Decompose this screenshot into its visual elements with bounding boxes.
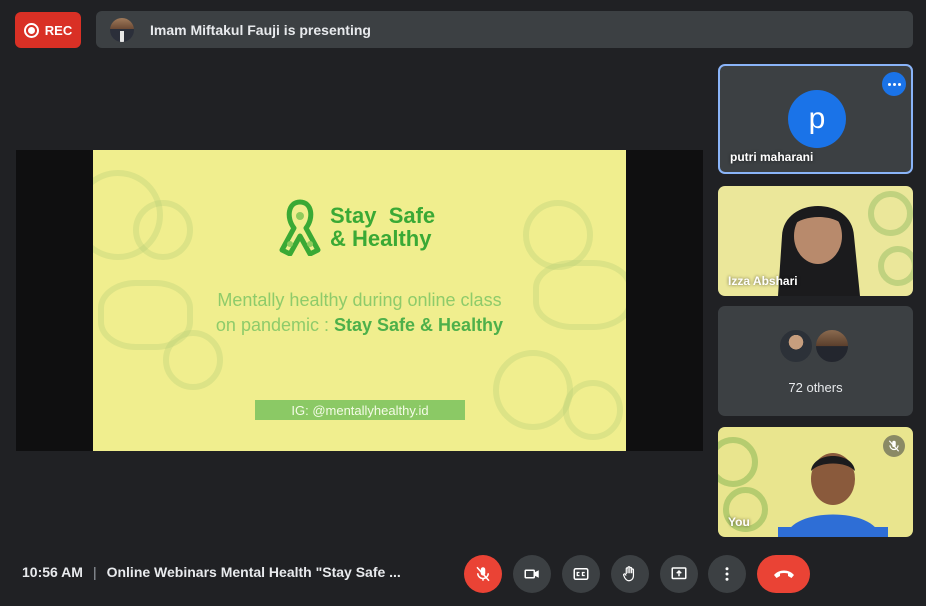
present-screen-icon [671,567,687,580]
presenting-bar[interactable]: Imam Miftakul Fauji is presenting [96,11,913,48]
end-call-icon [773,570,794,578]
tile-decoration [868,191,913,236]
meeting-title[interactable]: Online Webinars Mental Health "Stay Safe… [107,564,401,580]
participant-name: You [728,515,750,529]
more-horiz-icon[interactable] [882,72,906,96]
meeting-separator: | [92,564,97,580]
record-label: REC [44,22,73,38]
more-vert-icon [725,567,729,581]
slide-decoration [133,200,193,260]
presenter-avatar [110,17,134,42]
slide-subtitle-line-2: on pandemic : Stay Safe & Healthy [93,313,626,338]
mic-toggle-button[interactable] [464,555,502,593]
instagram-handle: IG: @mentallyhealthy.id [255,400,465,420]
tile-decoration [718,437,758,487]
logo-line-1: Stay Safe [330,203,436,228]
participant-video [778,453,888,537]
slide-subtitle: Mentally healthy during online class on … [93,288,626,338]
participant-tile-izza[interactable]: Izza Abshari [718,186,913,296]
mic-off-icon [883,435,905,457]
camera-toggle-button[interactable] [513,555,551,593]
slide-decoration [493,350,573,430]
raise-hand-icon [623,566,635,582]
avatar: p [788,90,846,148]
raise-hand-button[interactable] [611,555,649,593]
participant-name: putri maharani [730,150,814,164]
presenting-text: Imam Miftakul Fauji is presenting [150,21,371,38]
logo-line-2: & Healthy [330,226,432,251]
record-icon [23,22,39,38]
captions-icon [573,568,589,580]
participant-tile-putri[interactable]: p putri maharani [718,64,913,174]
tile-decoration [878,246,913,286]
end-call-button[interactable] [757,555,810,593]
others-count: 72 others [788,380,843,395]
slide-subtitle-prefix: on pandemic : [215,315,334,335]
more-options-button[interactable] [708,555,746,593]
slide-decoration [163,330,223,390]
avatar [814,328,850,364]
others-tile[interactable]: 72 others [718,306,913,416]
meeting-info: 10:56 AM | Online Webinars Mental Health… [22,564,401,580]
slide-subtitle-bold: Stay Safe & Healthy [334,315,504,335]
slide-subtitle-line-1: Mentally healthy during online class [217,290,502,310]
record-button[interactable]: REC [15,12,81,48]
present-screen-button[interactable] [660,555,698,593]
captions-button[interactable] [562,555,600,593]
meeting-time: 10:56 AM [22,564,83,580]
shared-slide: Stay Safe & Healthy Mentally healthy dur… [93,150,626,451]
participant-name: Izza Abshari [728,274,798,288]
camera-icon [524,569,539,579]
avatar [778,328,814,364]
participant-tile-you[interactable]: You [718,427,913,537]
mic-off-icon [476,566,490,582]
presentation-stage[interactable]: Stay Safe & Healthy Mentally healthy dur… [16,150,703,451]
slide-decoration [563,380,623,440]
ribbon-icon [279,199,321,256]
slide-logo: Stay Safe & Healthy [276,198,435,256]
